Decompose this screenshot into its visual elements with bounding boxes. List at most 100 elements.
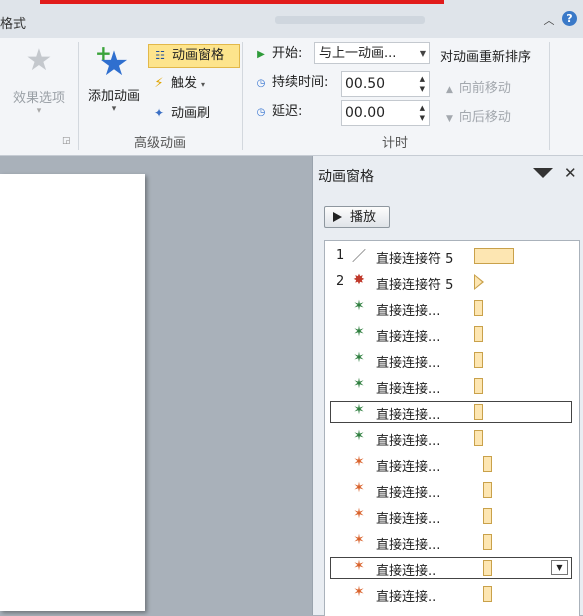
- start-select[interactable]: 与上一动画... ▼: [314, 42, 430, 64]
- start-select-value: 与上一动画...: [319, 46, 397, 61]
- timeline-marker-fill: [475, 276, 482, 288]
- spin-up-icon[interactable]: ▲: [420, 75, 425, 84]
- move-earlier-button[interactable]: ▲ 向前移动: [446, 77, 511, 96]
- animation-item[interactable]: ✶ 直接连接...: [325, 503, 579, 529]
- timing-group-label: 计时: [381, 136, 408, 151]
- move-later-label: 向后移动: [458, 110, 511, 125]
- animation-list[interactable]: 1 ／ 直接连接符 5 2 ✸ 直接连接符 5 ✶ 直接连接... ✶ 直接连接…: [324, 240, 580, 616]
- play-label: 播放: [350, 210, 377, 225]
- timeline-bar[interactable]: [483, 456, 492, 472]
- animation-item[interactable]: ✶ 直接连接...: [325, 529, 579, 555]
- item-name: 直接连接..: [376, 564, 437, 579]
- timeline-bar[interactable]: [474, 404, 483, 420]
- timeline-bar[interactable]: [483, 534, 492, 550]
- item-name: 直接连接...: [376, 538, 441, 553]
- green-star-icon: ✶: [353, 350, 365, 366]
- move-earlier-label: 向前移动: [458, 81, 511, 96]
- triangle-down-icon: ▼: [446, 114, 453, 124]
- chevron-down-icon: ▾: [111, 104, 117, 114]
- delay-label: 延迟:: [272, 104, 303, 119]
- dialog-launcher-icon[interactable]: ◲: [62, 136, 71, 146]
- animation-item[interactable]: ✶ 直接连接...: [325, 425, 579, 451]
- animation-item[interactable]: ✶ 直接连接...: [325, 477, 579, 503]
- effect-options-button[interactable]: ★ 效果选项 ▾: [5, 43, 73, 125]
- move-later-button[interactable]: ▼ 向后移动: [446, 106, 511, 125]
- duration-spinner[interactable]: 00.50 ▲ ▼: [341, 71, 430, 97]
- pane-options-dropdown-icon[interactable]: [533, 168, 553, 178]
- timeline-bar[interactable]: [474, 326, 483, 342]
- animation-item[interactable]: 1 ／ 直接连接符 5: [325, 243, 579, 269]
- animation-item[interactable]: ✶ 直接连接..: [325, 581, 579, 607]
- animation-item[interactable]: ✶ 直接连接...: [325, 347, 579, 373]
- chevron-down-icon: ▾: [36, 106, 42, 116]
- trigger-button[interactable]: ⚡ 触发 ▾: [150, 73, 205, 95]
- timeline-bar[interactable]: [483, 482, 492, 498]
- animation-painter-button[interactable]: ✦ 动画刷: [150, 102, 210, 124]
- start-row: ▶ 开始:: [254, 41, 302, 67]
- animation-pane: 动画窗格 ✕ 播放 1 ／ 直接连接符 5 2 ✸ 直接连接符 5 ✶ 直接连接…: [312, 156, 583, 616]
- item-name: 直接连接...: [376, 486, 441, 501]
- animation-item[interactable]: 2 ✸ 直接连接符 5: [325, 269, 579, 295]
- animation-item[interactable]: ✶ 直接连接...: [325, 321, 579, 347]
- duration-value: 00.50: [345, 76, 386, 92]
- animation-item[interactable]: ✶ 直接连接...: [325, 295, 579, 321]
- item-name: 直接连接符 5: [376, 278, 454, 293]
- animation-item[interactable]: ✶ 直接连接...: [325, 451, 579, 477]
- timeline-bar[interactable]: [474, 430, 483, 446]
- add-animation-label: 添加动画: [87, 89, 140, 104]
- timeline-bar[interactable]: [474, 248, 514, 264]
- animation-pane-button[interactable]: ☷ 动画窗格: [148, 44, 240, 68]
- orange-star-icon: ✶: [353, 480, 365, 496]
- orange-star-icon: ✶: [353, 454, 365, 470]
- duration-row: ◷ 持续时间:: [254, 70, 329, 96]
- delay-spinner[interactable]: 00.00 ▲ ▼: [341, 100, 430, 126]
- item-name: 直接连接...: [376, 408, 441, 423]
- advanced-animation-group-label: 高级动画: [133, 136, 186, 151]
- red-star-icon: ✸: [353, 272, 365, 288]
- start-label: 开始:: [272, 46, 303, 61]
- add-animation-button[interactable]: ★ + 添加动画 ▾: [82, 41, 146, 125]
- item-name: 直接连接...: [376, 460, 441, 475]
- timeline-bar[interactable]: [483, 508, 492, 524]
- item-name: 直接连接...: [376, 434, 441, 449]
- green-star-icon: ✶: [353, 428, 365, 444]
- minimize-ribbon-icon[interactable]: ︿: [542, 12, 556, 27]
- group-divider: [549, 42, 550, 150]
- timeline-bar[interactable]: [483, 586, 492, 602]
- animation-pane-label: 动画窗格: [172, 48, 225, 63]
- orange-star-icon: ✶: [353, 506, 365, 522]
- spin-down-icon[interactable]: ▼: [420, 85, 425, 94]
- play-triangle-icon: ▶: [257, 49, 265, 60]
- play-button[interactable]: 播放: [324, 206, 390, 228]
- item-number: 1: [336, 248, 345, 263]
- item-name: 直接连接...: [376, 382, 441, 397]
- spin-up-icon[interactable]: ▲: [420, 104, 425, 113]
- close-icon[interactable]: ✕: [564, 164, 577, 182]
- timeline-bar[interactable]: [474, 378, 483, 394]
- help-icon[interactable]: ?: [562, 11, 577, 26]
- green-star-icon: ✶: [353, 402, 365, 418]
- animation-item[interactable]: ✶ 直接连接...: [325, 373, 579, 399]
- timeline-bar[interactable]: [474, 352, 483, 368]
- spin-down-icon[interactable]: ▼: [420, 114, 425, 123]
- animation-painter-icon: ✦: [153, 106, 165, 120]
- group-divider: [78, 42, 79, 150]
- item-name: 直接连接符 5: [376, 252, 454, 267]
- chevron-down-icon: ▾: [201, 80, 206, 89]
- animation-item-selected[interactable]: ✶ 直接连接.. ▼: [325, 555, 579, 581]
- green-star-icon: ✶: [353, 324, 365, 340]
- triangle-up-icon: ▲: [446, 85, 453, 95]
- orange-star-icon: ✶: [353, 558, 365, 574]
- lightning-icon: ⚡: [154, 76, 164, 91]
- item-options-dropdown-icon[interactable]: ▼: [551, 560, 568, 575]
- slide-canvas[interactable]: [0, 174, 145, 611]
- chevron-down-icon: ▼: [419, 49, 426, 58]
- timeline-bar[interactable]: [483, 560, 492, 576]
- ribbon-tab-format[interactable]: 格式: [0, 13, 26, 32]
- duration-label: 持续时间:: [272, 75, 329, 90]
- animation-item-focused[interactable]: ✶ 直接连接...: [325, 399, 579, 425]
- timeline-bar[interactable]: [474, 300, 483, 316]
- add-animation-icon: ★ +: [95, 41, 130, 84]
- orange-star-icon: ✶: [353, 584, 365, 600]
- exit-line-icon: ／: [352, 249, 366, 265]
